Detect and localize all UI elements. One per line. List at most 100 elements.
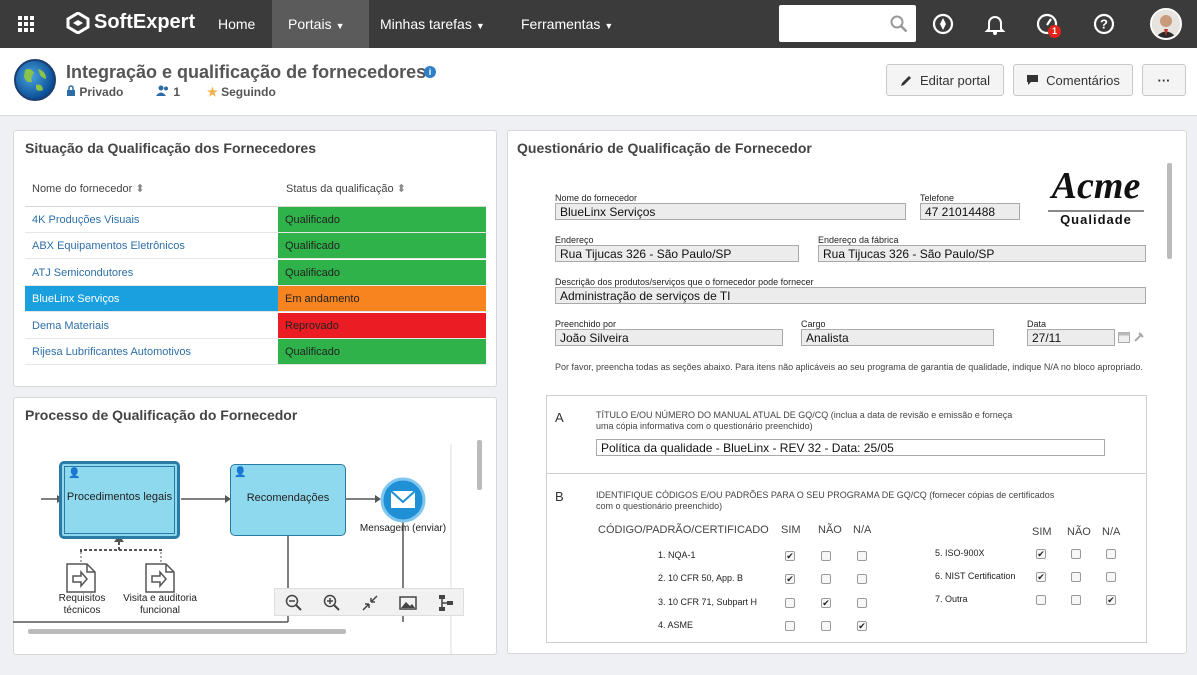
checkbox-na[interactable]: ✔	[1106, 595, 1116, 605]
softexpert-logo-icon	[66, 11, 90, 34]
zoom-out-icon[interactable]	[285, 594, 303, 612]
status-badge: Reprovado	[278, 312, 486, 338]
process-title: Processo de Qualificação do Fornecedor	[25, 407, 298, 423]
user-avatar[interactable]	[1150, 8, 1182, 40]
task-procedimentos-legais[interactable]: 👤 Procedimentos legais	[59, 461, 180, 539]
bell-icon[interactable]	[983, 12, 1007, 36]
status-badge: Qualificado	[278, 233, 486, 259]
factory-address-field[interactable]: Rua Tijucas 326 - São Paulo/SP	[818, 245, 1146, 262]
checkbox-nao[interactable]	[821, 620, 831, 631]
nav-home[interactable]: Home	[202, 0, 271, 48]
role-field[interactable]: Analista	[801, 329, 994, 346]
table-row[interactable]: ABX Equipamentos Eletrônicos Qualificado	[25, 233, 486, 260]
table-row[interactable]: Dema Materiais Reprovado	[25, 312, 486, 339]
column-header-status[interactable]: Status da qualificação ⬍	[286, 182, 406, 195]
checkbox-na[interactable]	[1106, 549, 1116, 559]
checkbox-sim[interactable]: ✔	[1036, 572, 1046, 582]
checkbox-sim[interactable]: ✔	[785, 574, 795, 585]
app-grid-icon[interactable]	[18, 16, 34, 32]
search-icon[interactable]	[890, 15, 908, 33]
filled-by-field[interactable]: João Silveira	[555, 329, 783, 346]
table-row[interactable]: Rijesa Lubrificantes Automotivos Qualific…	[25, 339, 486, 365]
checkbox-nao[interactable]	[1071, 549, 1081, 559]
checkbox-sim[interactable]	[785, 597, 795, 608]
supplier-name-field[interactable]: BlueLinx Serviços	[555, 203, 906, 220]
checkbox-nao[interactable]: ✔	[821, 597, 831, 608]
doc-visita-label: Visita e auditoria funcional	[123, 593, 197, 616]
supplier-name[interactable]: ATJ Semicondutores	[32, 267, 133, 279]
column-status-label: Status da qualificação	[286, 183, 394, 195]
members-count: 1	[173, 85, 181, 99]
task-recomendacoes[interactable]: 👤 Recomendações	[230, 464, 346, 536]
more-options-button[interactable]: ···	[1142, 64, 1186, 96]
code-item-label: 2. 10 CFR 50, App. B	[658, 573, 744, 584]
portal-header: Integração e qualificação de fornecedore…	[0, 48, 1197, 116]
search-input[interactable]	[779, 5, 916, 42]
questionnaire-scrollbar[interactable]	[1167, 163, 1172, 259]
checkbox-nao[interactable]	[1071, 595, 1081, 605]
chevron-down-icon: ▼	[475, 21, 485, 31]
message-send-event-icon[interactable]	[380, 477, 426, 523]
address-field[interactable]: Rua Tijucas 326 - São Paulo/SP	[555, 245, 799, 262]
date-field[interactable]: 27/11	[1027, 329, 1115, 346]
checkbox-na[interactable]	[1106, 572, 1116, 582]
document-icon[interactable]	[144, 562, 176, 594]
checkbox-nao[interactable]	[821, 574, 831, 585]
info-icon[interactable]: i	[424, 66, 436, 78]
table-row[interactable]: 4K Produções Visuais Qualificado	[25, 207, 486, 233]
questionnaire-title: Questionário de Qualificação de Forneced…	[517, 140, 812, 156]
checkbox-na[interactable]	[857, 574, 867, 585]
calendar-icon[interactable]	[1118, 331, 1130, 343]
hierarchy-icon[interactable]	[437, 594, 455, 612]
table-row[interactable]: BlueLinx Serviços Em andamento	[25, 286, 486, 313]
checkbox-nao[interactable]	[1071, 572, 1081, 582]
section-a-field[interactable]: Política da qualidade - BlueLinx - REV 3…	[596, 439, 1105, 456]
edit-portal-button[interactable]: Editar portal	[886, 64, 1004, 96]
acme-logo-subtitle: Qualidade	[1060, 212, 1132, 227]
nav-minhas-tarefas[interactable]: Minhas tarefas ▼	[364, 0, 501, 48]
svg-text:?: ?	[1100, 17, 1108, 32]
checkbox-sim[interactable]	[1036, 595, 1046, 605]
more-options-label: ···	[1157, 72, 1171, 88]
products-description-field[interactable]: Administração de serviços de TI	[555, 287, 1146, 304]
nav-ferramentas[interactable]: Ferramentas ▼	[505, 0, 629, 48]
zoom-in-icon[interactable]	[323, 594, 341, 612]
clear-date-icon[interactable]	[1133, 331, 1145, 343]
checkbox-na[interactable]: ✔	[857, 620, 867, 631]
supplier-name[interactable]: 4K Produções Visuais	[32, 214, 139, 226]
supplier-name-label: Nome do fornecedor	[555, 193, 638, 203]
supplier-name[interactable]: BlueLinx Serviços	[32, 293, 119, 305]
supplier-name[interactable]: ABX Equipamentos Eletrônicos	[32, 240, 185, 252]
checkbox-sim[interactable]: ✔	[785, 551, 795, 561]
column-yes-left: SIM	[781, 524, 801, 536]
document-icon[interactable]	[65, 562, 97, 594]
instructions-text: Por favor, preencha todas as seções abai…	[555, 362, 1143, 372]
compass-icon[interactable]	[931, 12, 955, 36]
nav-portais[interactable]: Portais ▼	[272, 0, 369, 48]
phone-field[interactable]: 47 21014488	[920, 203, 1020, 220]
softexpert-logo[interactable]: SoftExpert	[66, 11, 195, 34]
checkbox-na[interactable]	[857, 551, 867, 561]
comments-button[interactable]: Comentários	[1013, 64, 1133, 96]
supplier-name[interactable]: Dema Materiais	[32, 320, 109, 332]
pencil-icon	[900, 75, 911, 86]
checkbox-na[interactable]	[857, 597, 867, 608]
logo-text: SoftExpert	[94, 11, 196, 33]
table-row[interactable]: ATJ Semicondutores Qualificado	[25, 259, 486, 286]
checkbox-sim[interactable]	[785, 620, 795, 631]
checkbox-sim[interactable]: ✔	[1036, 549, 1046, 559]
status-badge: Em andamento	[278, 286, 486, 312]
collapse-icon[interactable]	[361, 594, 379, 612]
help-icon[interactable]: ?	[1092, 12, 1116, 36]
column-header-name[interactable]: Nome do fornecedor ⬍	[32, 182, 145, 195]
page-title: Integração e qualificação de fornecedore…	[66, 62, 427, 82]
code-item-label: 1. NQA-1	[658, 550, 696, 560]
members-indicator[interactable]: 1	[156, 85, 180, 99]
supplier-status-title: Situação da Qualificação dos Fornecedore…	[25, 140, 316, 156]
section-b-letter: B	[555, 489, 564, 504]
image-icon[interactable]	[399, 594, 417, 612]
following-indicator[interactable]: ★ Seguindo	[207, 85, 276, 99]
supplier-name[interactable]: Rijesa Lubrificantes Automotivos	[32, 346, 191, 358]
checkbox-nao[interactable]	[821, 551, 831, 561]
sort-icon: ⬍	[135, 183, 145, 195]
